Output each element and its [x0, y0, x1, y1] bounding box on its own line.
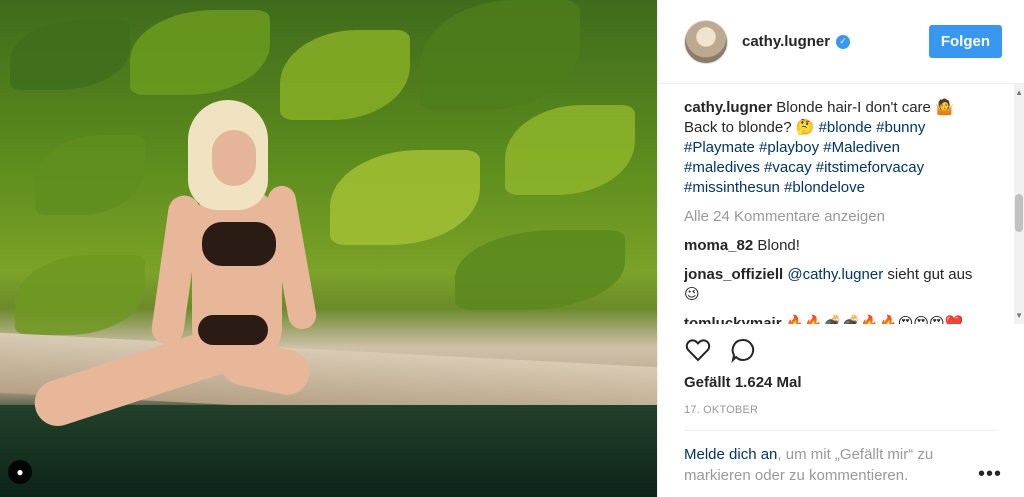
- profile-avatar[interactable]: [684, 19, 728, 64]
- hashtag-blonde[interactable]: #blonde: [819, 119, 872, 136]
- comments-scrollbar[interactable]: ▲ ▼: [1014, 84, 1024, 324]
- comment-text: Blond!: [753, 237, 800, 254]
- comment-item: tomluckymair 🔥🔥💣💣🔥🔥😍😍😍❤️: [684, 314, 1004, 324]
- post-actions: [684, 336, 757, 364]
- login-prompt: Melde dich an, um mit „Gefällt mir“ zu m…: [684, 444, 964, 486]
- hashtag-itstimeforvacay[interactable]: #itstimeforvacay: [816, 159, 924, 176]
- plant-leaf: [35, 135, 145, 215]
- section-divider: [684, 430, 998, 431]
- hashtag-malediven[interactable]: #Malediven: [823, 139, 900, 156]
- face: [212, 130, 256, 186]
- profile-username[interactable]: cathy.lugner: [742, 33, 830, 50]
- caption-line-1: Blonde hair-I don't care 🤷: [772, 99, 954, 116]
- plant-leaf: [130, 10, 270, 95]
- plant-leaf: [420, 0, 580, 110]
- hashtag-bunny[interactable]: #bunny: [876, 119, 925, 136]
- comment-username[interactable]: jonas_offiziell: [684, 266, 783, 283]
- hashtag-playboy[interactable]: #playboy: [759, 139, 819, 156]
- more-ellipsis-icon[interactable]: •••: [978, 463, 1002, 486]
- photo-user-tag-icon[interactable]: ●: [8, 460, 32, 484]
- hashtag-vacay[interactable]: #vacay: [764, 159, 812, 176]
- comment-username[interactable]: moma_82: [684, 237, 753, 254]
- plant-leaf: [10, 20, 130, 90]
- hashtag-missinthesun[interactable]: #missinthesun: [684, 179, 780, 196]
- plant-leaf: [15, 255, 145, 335]
- comment-bubble-icon[interactable]: [729, 336, 757, 364]
- plant-leaf: [330, 150, 480, 245]
- comments-list[interactable]: cathy.lugner Blonde hair-I don't care 🤷 …: [684, 98, 1004, 324]
- like-count[interactable]: Gefällt 1.624 Mal: [684, 374, 802, 391]
- comment-text: sieht gut aus: [883, 266, 973, 283]
- hashtag-maledives[interactable]: #maledives: [684, 159, 760, 176]
- post-date: 17. OKTOBER: [684, 404, 759, 416]
- comment-item: moma_82 Blond!: [684, 236, 1004, 256]
- scroll-down-icon[interactable]: ▼: [1015, 311, 1023, 320]
- caption-line-2: Back to blonde? 🤔: [684, 119, 819, 136]
- follow-button[interactable]: Folgen: [928, 25, 1002, 58]
- pool-water: [0, 405, 657, 497]
- bent-leg: [216, 336, 314, 399]
- plant-leaf: [455, 230, 625, 310]
- scrollbar-thumb[interactable]: [1015, 194, 1023, 232]
- caption-username[interactable]: cathy.lugner: [684, 99, 772, 116]
- hashtag-playmate[interactable]: #Playmate: [684, 139, 755, 156]
- verified-badge-icon: ✓: [836, 34, 851, 49]
- plant-leaf: [505, 105, 635, 195]
- comment-username[interactable]: tomluckymair: [684, 315, 782, 324]
- bikini-top: [202, 222, 276, 266]
- hashtag-blondelove[interactable]: #blondelove: [784, 179, 865, 196]
- comment-emoji: 😉: [684, 286, 700, 303]
- comment-text: 🔥🔥💣💣🔥🔥😍😍😍❤️: [781, 315, 964, 324]
- heart-outline-icon[interactable]: [684, 336, 712, 364]
- caption: cathy.lugner Blonde hair-I don't care 🤷 …: [684, 98, 1004, 198]
- bikini-bottom: [198, 315, 268, 345]
- post-header: cathy.lugner ✓ Folgen: [658, 0, 1024, 84]
- woman-figure: [28, 100, 319, 432]
- login-link[interactable]: Melde dich an: [684, 446, 777, 463]
- instagram-post: ● cathy.lugner ✓ Folgen cathy.lugner Blo…: [0, 0, 1024, 497]
- comment-item: jonas_offiziell @cathy.lugner sieht gut …: [684, 265, 1004, 305]
- comment-mention[interactable]: @cathy.lugner: [787, 266, 883, 283]
- view-all-comments-link[interactable]: Alle 24 Kommentare anzeigen: [684, 207, 1004, 227]
- post-photo[interactable]: ●: [0, 0, 657, 497]
- post-sidebar: cathy.lugner ✓ Folgen cathy.lugner Blond…: [657, 0, 1024, 497]
- scroll-up-icon[interactable]: ▲: [1015, 88, 1023, 97]
